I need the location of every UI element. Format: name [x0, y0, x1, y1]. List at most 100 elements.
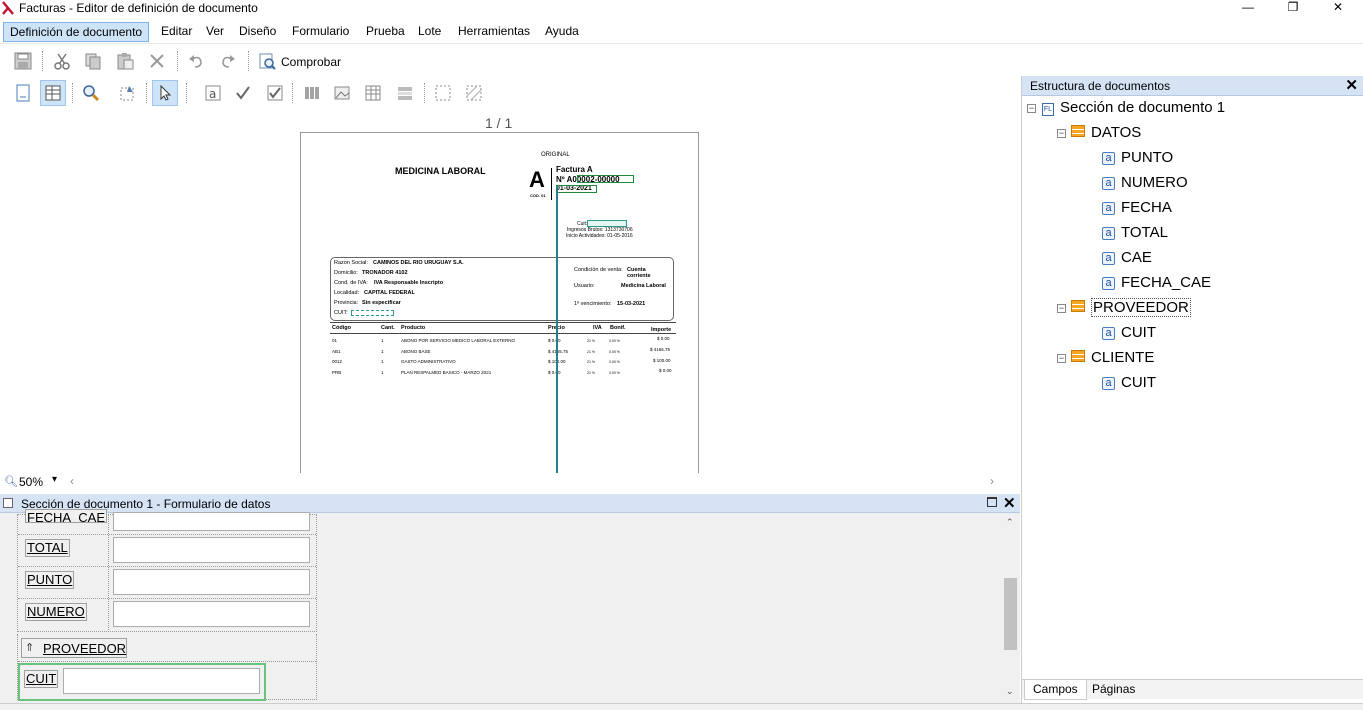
- hscroll-left-icon[interactable]: ‹: [70, 474, 74, 488]
- menu-definicion[interactable]: Definición de documento: [3, 22, 150, 42]
- restore-button[interactable]: ❐: [1270, 0, 1316, 16]
- total-field[interactable]: [113, 537, 310, 563]
- menu-diseno[interactable]: Diseño: [233, 22, 282, 42]
- tree-field-cuit-proveedor[interactable]: a CUIT: [1102, 323, 1156, 345]
- text-field-icon: a: [1102, 227, 1115, 240]
- area-select-icon[interactable]: [115, 80, 141, 106]
- tree-group-datos[interactable]: − DATOS: [1057, 123, 1141, 145]
- close-panel-icon[interactable]: ✕: [1345, 76, 1358, 94]
- menu-ver[interactable]: Ver: [200, 22, 230, 42]
- page-icon[interactable]: [10, 80, 36, 106]
- tree-group-cliente[interactable]: − CLIENTE: [1057, 348, 1154, 370]
- tab-paginas[interactable]: Páginas: [1084, 680, 1143, 700]
- tree-field-label: TOTAL: [1121, 224, 1168, 241]
- zoom-dropdown-icon[interactable]: ▾: [52, 474, 57, 485]
- copy-icon[interactable]: [80, 48, 106, 74]
- doc-provincia: Sin especificar: [362, 300, 401, 306]
- tree-field-punto[interactable]: a PUNTO: [1102, 148, 1173, 170]
- status-bar: [0, 703, 1363, 710]
- redo-icon[interactable]: [215, 48, 241, 74]
- paste-icon[interactable]: [112, 48, 138, 74]
- form-group-header-proveedor[interactable]: ⇑ PROVEEDOR: [21, 638, 127, 658]
- tree-field-cae[interactable]: a CAE: [1102, 248, 1152, 270]
- field-marker-cuit-cliente[interactable]: [351, 310, 394, 316]
- fecha-cae-field[interactable]: [113, 512, 310, 531]
- cuit-field[interactable]: [63, 668, 260, 694]
- scroll-down-icon[interactable]: ⌄: [1006, 686, 1014, 697]
- punto-field[interactable]: [113, 569, 310, 595]
- menu-formulario[interactable]: Formulario: [286, 22, 355, 42]
- doc-cell: 21 %: [587, 371, 595, 375]
- tree-field-numero[interactable]: a NUMERO: [1102, 173, 1188, 195]
- doc-inicio: Inicio Actividades: 01-05-2016: [566, 233, 633, 239]
- delete-icon[interactable]: [144, 48, 170, 74]
- form-label-cuit: CUIT: [24, 670, 59, 688]
- hscroll-right-icon[interactable]: ›: [990, 474, 994, 488]
- check-icon[interactable]: [254, 48, 280, 74]
- tree-group-proveedor[interactable]: − PROVEEDOR: [1057, 298, 1191, 320]
- maximize-panel-icon[interactable]: [987, 497, 997, 507]
- menu-editar[interactable]: Editar: [155, 22, 198, 42]
- tree-field-label: FECHA_CAE: [1121, 274, 1212, 291]
- check-label[interactable]: Comprobar: [281, 55, 341, 69]
- document-page[interactable]: ORIGINAL MEDICINA LABORAL A COD. 01 Fact…: [300, 132, 699, 473]
- text-field-icon: a: [1102, 177, 1115, 190]
- scroll-thumb[interactable]: [1004, 578, 1017, 650]
- zoom-icon[interactable]: [78, 80, 104, 106]
- save-icon[interactable]: [10, 48, 36, 74]
- undo-icon[interactable]: [183, 48, 209, 74]
- zoom-level[interactable]: 50%: [19, 475, 43, 489]
- toolbar-main: Comprobar: [0, 45, 1020, 77]
- checkbox-icon[interactable]: [230, 80, 256, 106]
- group-icon[interactable]: [392, 80, 418, 106]
- close-panel-icon[interactable]: ✕: [1003, 494, 1016, 512]
- tree-field-label: CAE: [1121, 249, 1152, 266]
- doc-table-top-rule: [330, 322, 676, 323]
- tree-field-total[interactable]: a TOTAL: [1102, 223, 1168, 245]
- image-icon[interactable]: [329, 80, 355, 106]
- design-canvas[interactable]: 1 / 1 ORIGINAL MEDICINA LABORAL A COD. 0…: [0, 107, 1003, 473]
- form-label-fecha-cae: FECHA_CAE: [25, 509, 108, 523]
- cut-icon[interactable]: [49, 48, 75, 74]
- form-icon: [3, 498, 13, 508]
- doc-cell: 1: [381, 370, 384, 375]
- menu-herramientas[interactable]: Herramientas: [452, 22, 536, 42]
- scroll-up-icon[interactable]: ⌃: [1006, 517, 1014, 528]
- text-field-icon[interactable]: a: [200, 80, 226, 106]
- menu-prueba[interactable]: Prueba: [360, 22, 411, 42]
- tree-group-label: PROVEEDOR: [1091, 298, 1191, 317]
- table-icon[interactable]: [360, 80, 386, 106]
- structure-panel-title: Estructura de documentos: [1030, 79, 1171, 93]
- numero-field[interactable]: [113, 601, 310, 627]
- checkbox-group-icon[interactable]: [262, 80, 288, 106]
- form-vscroll[interactable]: ⌃ ⌄: [1003, 514, 1018, 704]
- field-marker-cuit-proveedor[interactable]: [587, 220, 627, 227]
- doc-cell: ABONO POR SERVICIO MEDICO LABORAL EXTERN…: [401, 338, 516, 343]
- barcode-icon[interactable]: [299, 80, 325, 106]
- tree-field-cuit-cliente[interactable]: a CUIT: [1102, 373, 1156, 395]
- tree-section[interactable]: − FL Sección de documento 1: [1027, 98, 1225, 120]
- toolbar-design: a: [0, 77, 1020, 109]
- tree-field-fecha[interactable]: a FECHA: [1102, 198, 1172, 220]
- doc-th-codigo: Código: [332, 325, 351, 331]
- region-icon[interactable]: [430, 80, 456, 106]
- hatched-region-icon[interactable]: [461, 80, 487, 106]
- tab-campos[interactable]: Campos: [1024, 680, 1087, 700]
- guide-line[interactable]: [556, 186, 558, 473]
- doc-domicilio-label: Domicilio:: [334, 270, 358, 276]
- text-field-icon: a: [1102, 327, 1115, 340]
- close-button[interactable]: ✕: [1315, 0, 1361, 16]
- menu-ayuda[interactable]: Ayuda: [539, 22, 585, 42]
- pointer-icon[interactable]: [152, 80, 178, 106]
- menu-bar: Definición de documento Editar Ver Diseñ…: [0, 20, 1363, 44]
- doc-th-cant: Cant.: [381, 325, 395, 331]
- doc-table-header-rule: [330, 333, 676, 334]
- field-marker-fecha[interactable]: [556, 185, 597, 193]
- doc-cell: 0.00 %: [609, 360, 620, 364]
- table-form-icon[interactable]: [40, 80, 66, 106]
- menu-lote[interactable]: Lote: [412, 22, 447, 42]
- field-marker-numero[interactable]: [577, 175, 634, 183]
- collapse-icon[interactable]: ⇑: [25, 641, 34, 654]
- tree-field-fecha-cae[interactable]: a FECHA_CAE: [1102, 273, 1211, 295]
- minimize-button[interactable]: —: [1225, 0, 1271, 16]
